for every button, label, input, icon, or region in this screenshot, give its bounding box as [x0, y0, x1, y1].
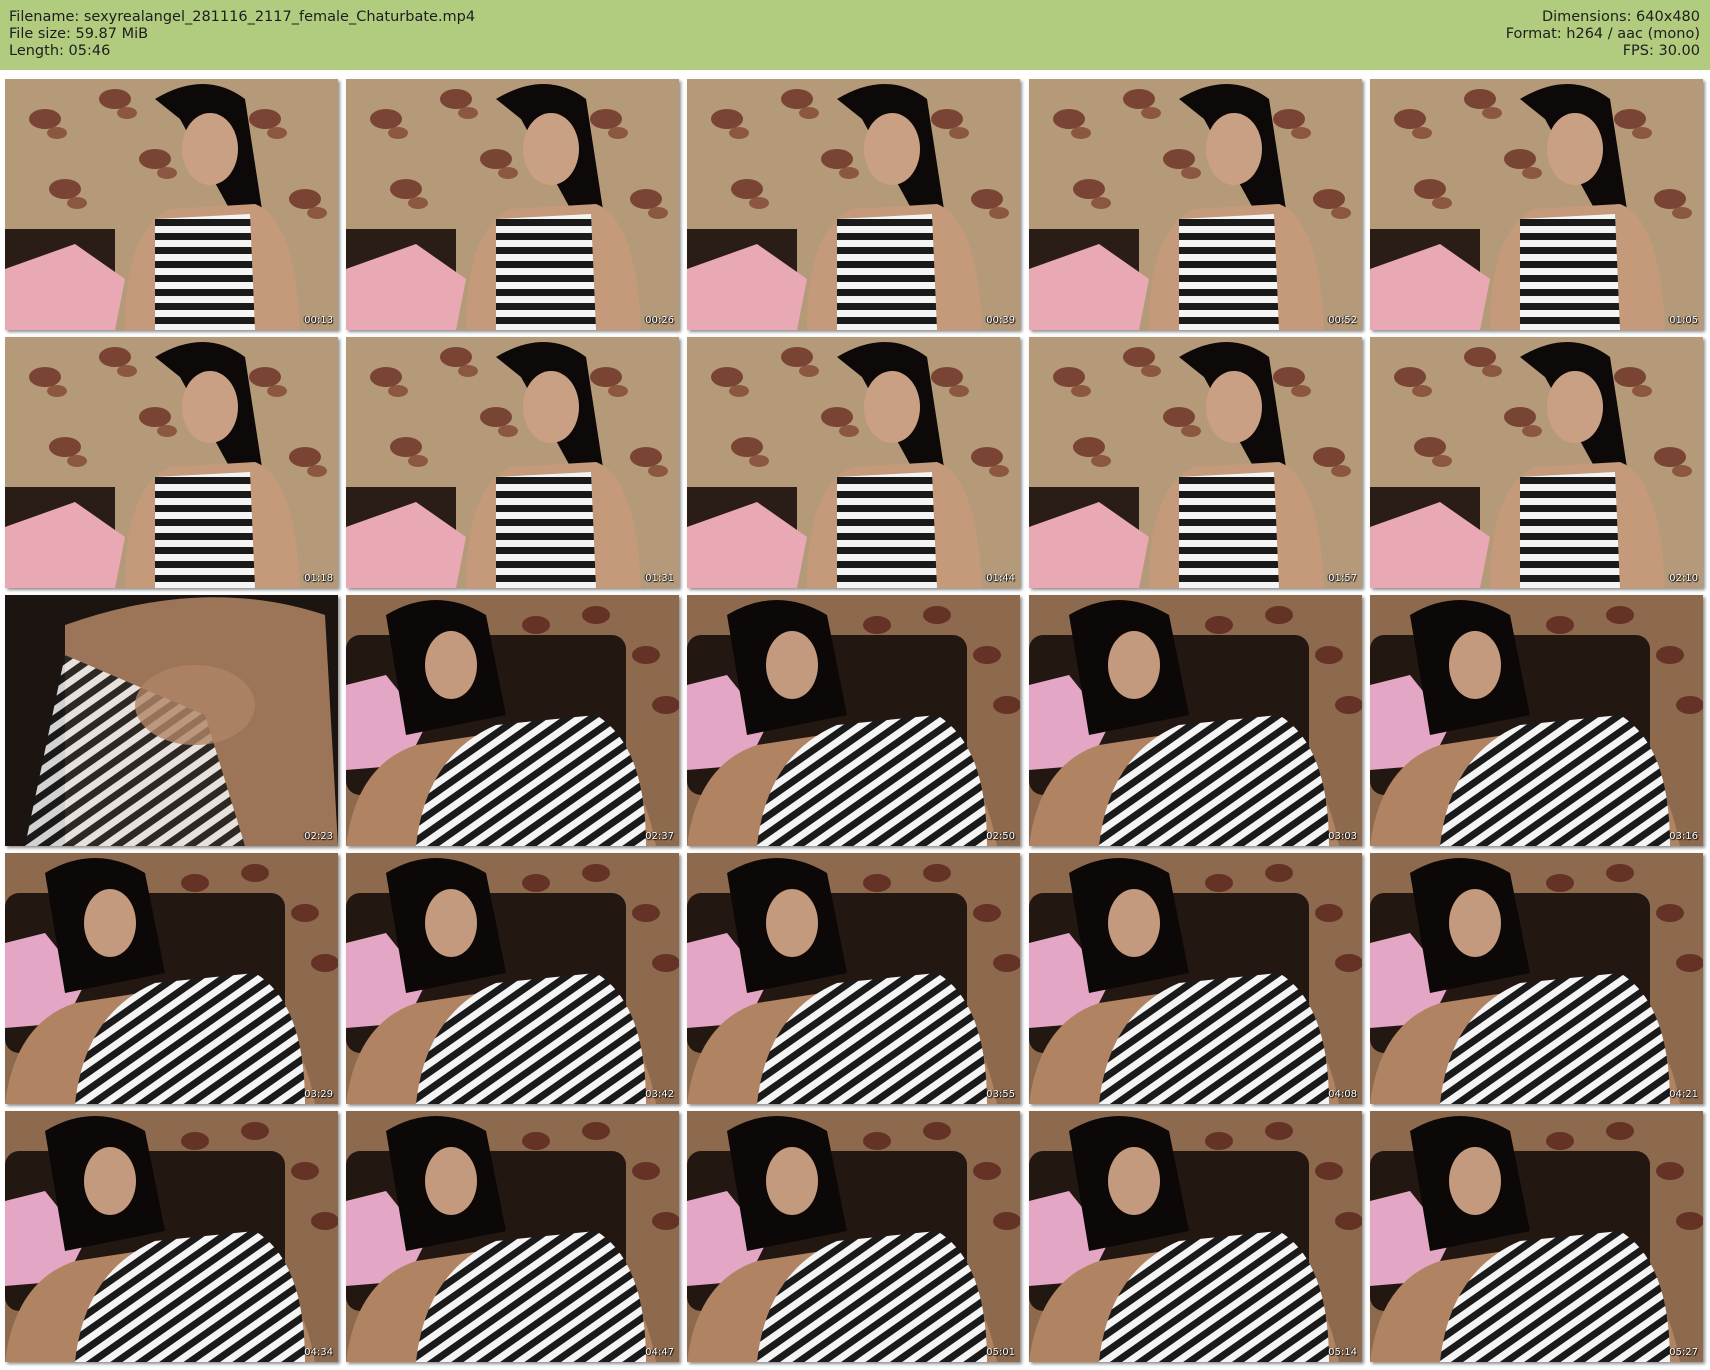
- video-frame-thumbnail[interactable]: 01:31: [346, 337, 679, 588]
- video-frame-thumbnail[interactable]: 02:50: [687, 595, 1020, 846]
- frame-timestamp: 04:21: [1669, 1089, 1698, 1100]
- video-frame-thumbnail[interactable]: 03:29: [5, 853, 338, 1104]
- frame-timestamp: 01:18: [304, 573, 333, 584]
- video-frame-thumbnail[interactable]: 04:47: [346, 1111, 679, 1362]
- video-frame-thumbnail[interactable]: 02:37: [346, 595, 679, 846]
- frame-timestamp: 02:50: [986, 831, 1015, 842]
- frame-timestamp: 01:05: [1669, 315, 1698, 326]
- video-frame-thumbnail[interactable]: 00:52: [1029, 79, 1362, 330]
- filesize-text: File size: 59.87 MiB: [9, 26, 149, 42]
- video-frame-thumbnail[interactable]: 03:42: [346, 853, 679, 1104]
- video-frame-thumbnail[interactable]: 04:08: [1029, 853, 1362, 1104]
- frame-timestamp: 01:57: [1328, 573, 1357, 584]
- fps-text: FPS: 30.00: [1622, 43, 1700, 59]
- length-text: Length: 05:46: [9, 43, 111, 59]
- frame-timestamp: 04:08: [1328, 1089, 1357, 1100]
- frame-timestamp: 02:37: [645, 831, 674, 842]
- frame-timestamp: 04:34: [304, 1347, 333, 1358]
- video-frame-thumbnail[interactable]: 01:18: [5, 337, 338, 588]
- frame-timestamp: 00:52: [1328, 315, 1357, 326]
- video-frame-thumbnail[interactable]: 04:34: [5, 1111, 338, 1362]
- frame-timestamp: 00:13: [304, 315, 333, 326]
- video-frame-thumbnail[interactable]: 04:21: [1370, 853, 1703, 1104]
- frame-timestamp: 03:55: [986, 1089, 1015, 1100]
- frame-timestamp: 05:14: [1328, 1347, 1357, 1358]
- frame-timestamp: 01:31: [645, 573, 674, 584]
- video-frame-thumbnail[interactable]: 03:55: [687, 853, 1020, 1104]
- dimensions-text: Dimensions: 640x480: [1541, 9, 1700, 25]
- video-frame-thumbnail[interactable]: 05:14: [1029, 1111, 1362, 1362]
- frame-timestamp: 00:39: [986, 315, 1015, 326]
- frame-timestamp: 05:27: [1669, 1347, 1698, 1358]
- video-frame-thumbnail[interactable]: 05:27: [1370, 1111, 1703, 1362]
- video-frame-thumbnail[interactable]: 00:13: [5, 79, 338, 330]
- frame-timestamp: 02:10: [1669, 573, 1698, 584]
- frame-timestamp: 03:16: [1669, 831, 1698, 842]
- filename-text: Filename: sexyrealangel_281116_2117_fema…: [9, 9, 476, 25]
- frame-timestamp: 01:44: [986, 573, 1015, 584]
- frame-timestamp: 02:23: [304, 831, 333, 842]
- format-text: Format: h264 / aac (mono): [1505, 26, 1700, 42]
- video-frame-thumbnail[interactable]: 02:23: [5, 595, 338, 846]
- frame-timestamp: 03:42: [645, 1089, 674, 1100]
- video-frame-thumbnail[interactable]: 00:39: [687, 79, 1020, 330]
- video-frame-thumbnail[interactable]: 02:10: [1370, 337, 1703, 588]
- frame-timestamp: 03:03: [1328, 831, 1357, 842]
- video-frame-thumbnail[interactable]: 03:16: [1370, 595, 1703, 846]
- info-header: Filename: sexyrealangel_281116_2117_fema…: [0, 0, 1710, 70]
- file-info-right: Dimensions: 640x480 Format: h264 / aac (…: [1506, 9, 1700, 60]
- video-frame-thumbnail[interactable]: 05:01: [687, 1111, 1020, 1362]
- video-frame-thumbnail[interactable]: 01:44: [687, 337, 1020, 588]
- video-frame-thumbnail[interactable]: 03:03: [1029, 595, 1362, 846]
- frame-timestamp: 03:29: [304, 1089, 333, 1100]
- thumbnail-grid: 00:13 00:26 00:39 00:52 01:05 01:18 01:31 01:44…: [0, 70, 1710, 1370]
- file-info-left: Filename: sexyrealangel_281116_2117_fema…: [9, 9, 475, 60]
- frame-timestamp: 05:01: [986, 1347, 1015, 1358]
- frame-timestamp: 04:47: [645, 1347, 674, 1358]
- video-frame-thumbnail[interactable]: 00:26: [346, 79, 679, 330]
- frame-timestamp: 00:26: [645, 315, 674, 326]
- video-frame-thumbnail[interactable]: 01:05: [1370, 79, 1703, 330]
- video-frame-thumbnail[interactable]: 01:57: [1029, 337, 1362, 588]
